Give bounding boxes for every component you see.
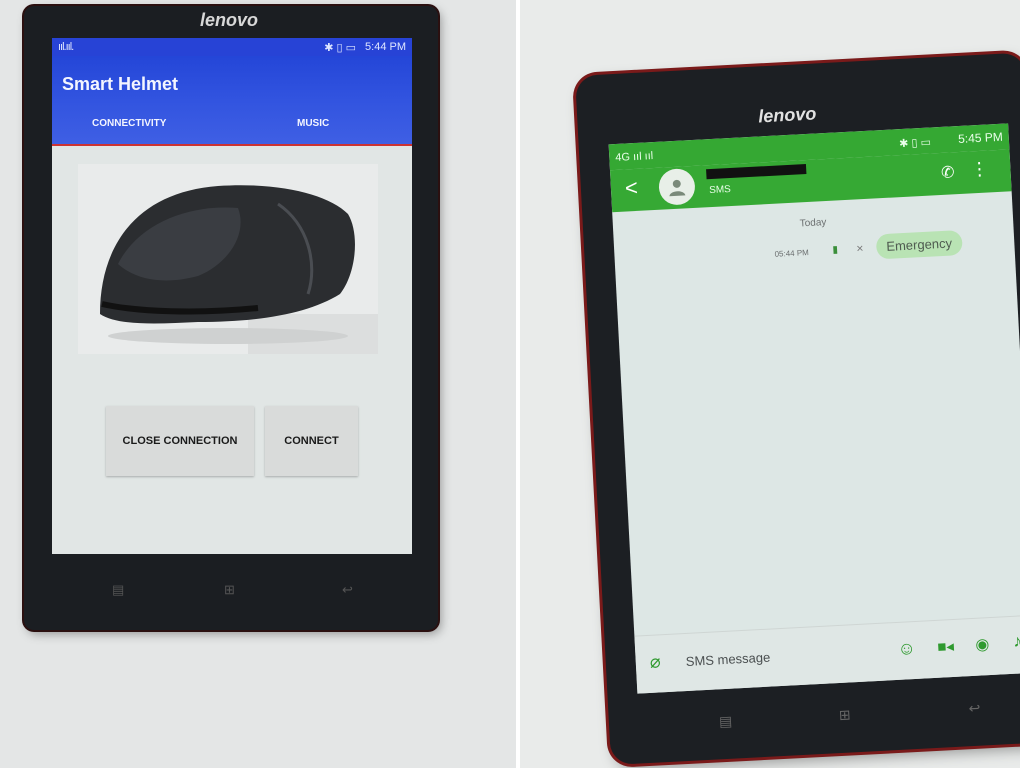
avatar[interactable] — [658, 167, 696, 206]
connect-button[interactable]: CONNECT — [265, 406, 358, 476]
app-bar: Smart Helmet CONNECTIVITY MUSIC — [52, 56, 412, 146]
back-icon[interactable]: ↩ — [968, 700, 981, 718]
tab-connectivity[interactable]: CONNECTIVITY — [92, 118, 166, 129]
home-icon[interactable]: ⊞ — [224, 582, 235, 598]
video-icon[interactable]: ■◂ — [937, 637, 954, 656]
close-icon[interactable]: × — [856, 241, 864, 255]
call-icon[interactable]: ✆ — [941, 162, 955, 183]
mic-icon[interactable]: ♪ — [1013, 631, 1020, 651]
phone-brand: lenovo — [757, 103, 817, 127]
phone-left: lenovo ııl.ııl. ✱ ▯ ▭ 5:44 PM Smart Helm… — [24, 6, 438, 630]
emoji-icon[interactable]: ☺ — [897, 638, 916, 660]
signal-icon: ııl.ııl. — [58, 41, 74, 53]
camera-icon[interactable]: ◉ — [975, 634, 990, 655]
attachment-icon[interactable]: ⌀ — [649, 651, 661, 673]
helmet-graphic — [78, 164, 378, 354]
sms-input[interactable]: SMS message — [685, 650, 770, 669]
composer: ⌀ SMS message ☺ ■◂ ◉ ♪ — [634, 614, 1020, 694]
back-arrow-icon[interactable]: < — [624, 175, 638, 202]
helmet-image — [78, 164, 378, 354]
nav-keys: ▤ ⊞ ↩ — [608, 692, 1020, 746]
menu-icon[interactable]: ▤ — [112, 582, 124, 598]
bluetooth-icon: ✱ ▯ ▭ — [324, 42, 356, 54]
back-icon[interactable]: ↩ — [342, 582, 353, 598]
person-icon — [669, 179, 686, 197]
signal-icon: 4G ııl ııl — [615, 150, 654, 164]
contact-name-redacted — [706, 164, 807, 180]
nav-keys: ▤ ⊞ ↩ — [24, 576, 438, 606]
bluetooth-icon: ✱ ▯ ▭ — [898, 136, 932, 151]
close-connection-button[interactable]: CLOSE CONNECTION — [106, 406, 254, 476]
menu-icon[interactable]: ▤ — [719, 713, 733, 731]
status-bar: ııl.ııl. ✱ ▯ ▭ 5:44 PM — [52, 38, 412, 56]
home-icon[interactable]: ⊞ — [838, 706, 851, 724]
phone-brand: lenovo — [199, 10, 258, 30]
more-icon[interactable]: ⋮ — [970, 159, 989, 181]
message-time: 05:44 PM — [774, 248, 810, 259]
tab-music[interactable]: MUSIC — [297, 118, 329, 129]
status-time: 5:45 PM — [957, 129, 1004, 147]
contact-subtitle: SMS — [708, 184, 732, 197]
screen-right: 4G ııl ııl ✱ ▯ ▭ 5:45 PM < SMS ✆ ⋮ Today… — [608, 123, 1020, 694]
photo-left: lenovo ııl.ııl. ✱ ▯ ▭ 5:44 PM Smart Helm… — [0, 0, 516, 768]
app-title: Smart Helmet — [62, 74, 179, 94]
sim-icon: ▮ — [832, 244, 839, 256]
message-bubble[interactable]: Emergency — [875, 229, 963, 260]
screen-left: ııl.ııl. ✱ ▯ ▭ 5:44 PM Smart Helmet CONN… — [52, 38, 412, 554]
status-time: 5:44 PM — [365, 41, 406, 53]
phone-right: lenovo 4G ııl ııl ✱ ▯ ▭ 5:45 PM < SMS ✆ … — [575, 52, 1020, 766]
